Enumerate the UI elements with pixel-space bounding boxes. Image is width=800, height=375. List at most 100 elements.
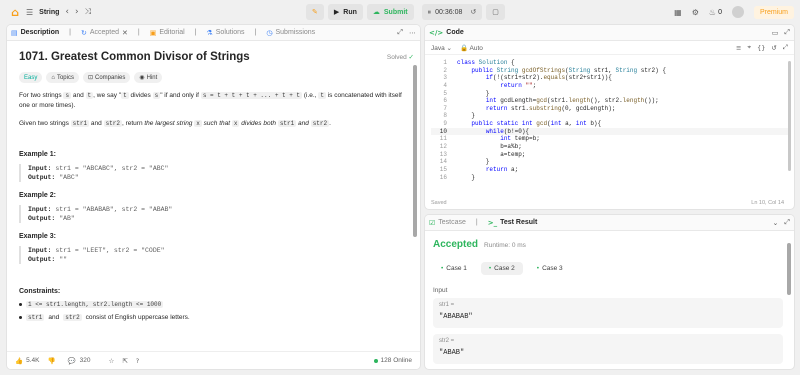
problem-description: 1071. Greatest Common Divisor of Strings… xyxy=(19,47,414,321)
shuffle-icon[interactable]: ⤨ xyxy=(85,7,91,17)
topics-button[interactable]: ⌂ Topics xyxy=(46,72,79,83)
tab-editorial[interactable]: ▣ Editorial xyxy=(150,29,185,37)
runtime: Runtime: 0 ms xyxy=(484,242,526,249)
reset-timer-icon[interactable]: ↺ xyxy=(470,8,476,16)
example-heading: Example 1: xyxy=(19,151,56,158)
prev-problem-icon[interactable]: ‹ xyxy=(65,7,69,17)
like-count: 5.4K xyxy=(26,357,40,364)
checkbox-icon: ☑ xyxy=(429,218,436,227)
companies-button[interactable]: ⊡ Companies xyxy=(82,72,131,83)
problem-paragraph-2: Given two strings str1 and str2, return … xyxy=(19,120,331,127)
tab-accepted[interactable]: ↻ Accepted ✕ xyxy=(81,29,128,37)
tab-solutions[interactable]: ⚗ Solutions xyxy=(206,29,244,37)
braces-icon[interactable]: {} xyxy=(757,43,765,52)
constraint-item: str1 and str2 consist of English uppercase … xyxy=(19,314,414,321)
more-icon[interactable]: ⋯ xyxy=(409,28,416,37)
share-icon[interactable]: ⇱ xyxy=(122,357,127,365)
star-icon[interactable]: ☆ xyxy=(109,357,115,365)
comment-icon[interactable]: 💬 xyxy=(68,357,76,365)
problem-paragraph-1: For two strings s and t, we say " t divid… xyxy=(19,92,402,109)
language-select[interactable]: Java ⌄ xyxy=(431,44,452,52)
book-icon: ▣ xyxy=(149,28,157,37)
timer[interactable]: ⏸ 00:36:08 ↺ xyxy=(421,4,483,20)
notes-icon[interactable]: ≡ xyxy=(736,43,741,52)
hint-button[interactable]: ◉ Hint xyxy=(134,72,163,83)
input-str1: str1 = "ABABAB" xyxy=(433,298,783,328)
tab-case-3[interactable]: • Case 3 xyxy=(529,262,571,275)
lightbulb-icon: ◉ xyxy=(139,75,145,81)
clock-icon: ◷ xyxy=(266,28,273,37)
document-icon: ▤ xyxy=(11,28,18,37)
auto-mode[interactable]: 🔒 Auto xyxy=(460,44,483,52)
problem-tags: Easy ⌂ Topics ⊡ Companies ◉ Hint xyxy=(19,72,414,83)
tab-testcase[interactable]: ☑ Testcase xyxy=(429,219,466,227)
maximize-icon[interactable]: ⤢ xyxy=(783,43,788,52)
streak-icon[interactable]: ♨ xyxy=(709,8,716,17)
lock-icon: 🔒 xyxy=(460,44,469,52)
layout-icon[interactable]: ▦ xyxy=(674,8,682,17)
history-icon: ↻ xyxy=(80,28,87,37)
premium-button[interactable]: Premium xyxy=(753,5,794,19)
tag-icon: ⌂ xyxy=(51,74,55,81)
study-plan-label[interactable]: String xyxy=(39,9,59,16)
description-footer: 👍 5.4K 👎 💬 320 ☆ ⇱ ? 128 Online xyxy=(7,351,420,369)
example-2: Example 2: Input: str1 = "ABABAB", str2 … xyxy=(19,192,414,223)
code-panel-header: </> Code ▭ ⤢ xyxy=(425,25,794,41)
note-icon: ▢ xyxy=(492,8,499,16)
save-status: Saved xyxy=(431,200,447,206)
tab-test-result[interactable]: >_ Test Result xyxy=(488,219,538,227)
note-button[interactable]: ▢ xyxy=(486,4,505,20)
tab-code[interactable]: </> Code xyxy=(429,29,464,37)
run-button[interactable]: ▶ Run xyxy=(327,4,363,20)
result-scrollbar[interactable] xyxy=(787,243,791,295)
code-editor[interactable]: 1 class Solution { 2 public String gcdOfS… xyxy=(431,59,791,181)
comment-count: 320 xyxy=(79,357,91,364)
avatar[interactable] xyxy=(731,6,744,18)
tab-description[interactable]: ▤ Description xyxy=(11,29,59,37)
upload-icon: ☁ xyxy=(372,8,380,16)
bookmark-icon[interactable]: ⌖ xyxy=(747,43,751,52)
reset-icon[interactable]: ↺ xyxy=(771,43,776,52)
difficulty-badge: Easy xyxy=(19,72,43,83)
collapse-icon[interactable]: ⌄ xyxy=(773,218,779,227)
check-circle-icon: ✓ xyxy=(408,54,414,61)
lock-icon: ⊡ xyxy=(87,75,94,81)
help-icon[interactable]: ? xyxy=(136,357,139,365)
submit-button[interactable]: ☁ Submit xyxy=(366,4,414,20)
like-icon[interactable]: 👍 xyxy=(15,357,23,365)
result-content: Accepted Runtime: 0 ms • Case 1 • Case 2 •… xyxy=(433,239,783,364)
menu-icon[interactable]: ☰ xyxy=(26,8,33,17)
problem-title: 1071. Greatest Common Divisor of Strings xyxy=(19,51,250,63)
dislike-icon[interactable]: 👎 xyxy=(47,357,55,365)
example-heading: Example 3: xyxy=(19,233,56,240)
tab-case-1[interactable]: • Case 1 xyxy=(433,262,475,275)
expand-icon[interactable]: ⤢ xyxy=(397,28,403,37)
next-problem-icon[interactable]: › xyxy=(75,7,79,17)
description-scrollbar[interactable] xyxy=(413,65,417,237)
example-3: Example 3: Input: str1 = "LEET", str2 = … xyxy=(19,233,414,264)
flask-icon: ⚗ xyxy=(206,28,213,37)
case-tabs: • Case 1 • Case 2 • Case 3 xyxy=(433,262,783,275)
example-1: Example 1: Input: str1 = "ABCABC", str2 … xyxy=(19,151,414,182)
settings-icon[interactable]: ⚙ xyxy=(692,8,699,17)
result-status: Accepted xyxy=(433,239,479,250)
close-icon[interactable]: ✕ xyxy=(122,29,128,37)
example-heading: Example 2: xyxy=(19,192,56,199)
tab-submissions[interactable]: ◷ Submissions xyxy=(266,29,315,37)
constraint-item: 1 <= str1.length, str2.length <= 1000 xyxy=(19,301,414,308)
tab-case-2[interactable]: • Case 2 xyxy=(480,262,523,275)
fullscreen-icon[interactable]: ⤢ xyxy=(784,28,790,37)
debug-button[interactable]: ✎ xyxy=(306,4,324,20)
constraints: Constraints: 1 <= str1.length, str2.leng… xyxy=(19,288,414,321)
leetcode-logo[interactable]: ⌂ xyxy=(10,6,20,19)
top-bar: ⌂ ☰ String ‹ › ⤨ ✎ ▶ Run ☁ Submit ⏸ 00:36:0… xyxy=(0,0,800,24)
play-icon: ▶ xyxy=(333,8,340,16)
editor-scrollbar[interactable] xyxy=(788,61,791,171)
terminal-icon: >_ xyxy=(487,218,498,227)
description-tabs: ▤ Description | ↻ Accepted ✕ | ▣ Editorial |… xyxy=(7,25,420,41)
streak-count: 0 xyxy=(718,8,722,16)
expand-icon[interactable]: ▭ xyxy=(772,28,779,37)
fullscreen-icon[interactable]: ⤢ xyxy=(784,218,790,227)
result-tabs: ☑ Testcase | >_ Test Result ⌄ ⤢ xyxy=(425,215,794,231)
input-str2: str2 = "ABAB" xyxy=(433,334,783,364)
